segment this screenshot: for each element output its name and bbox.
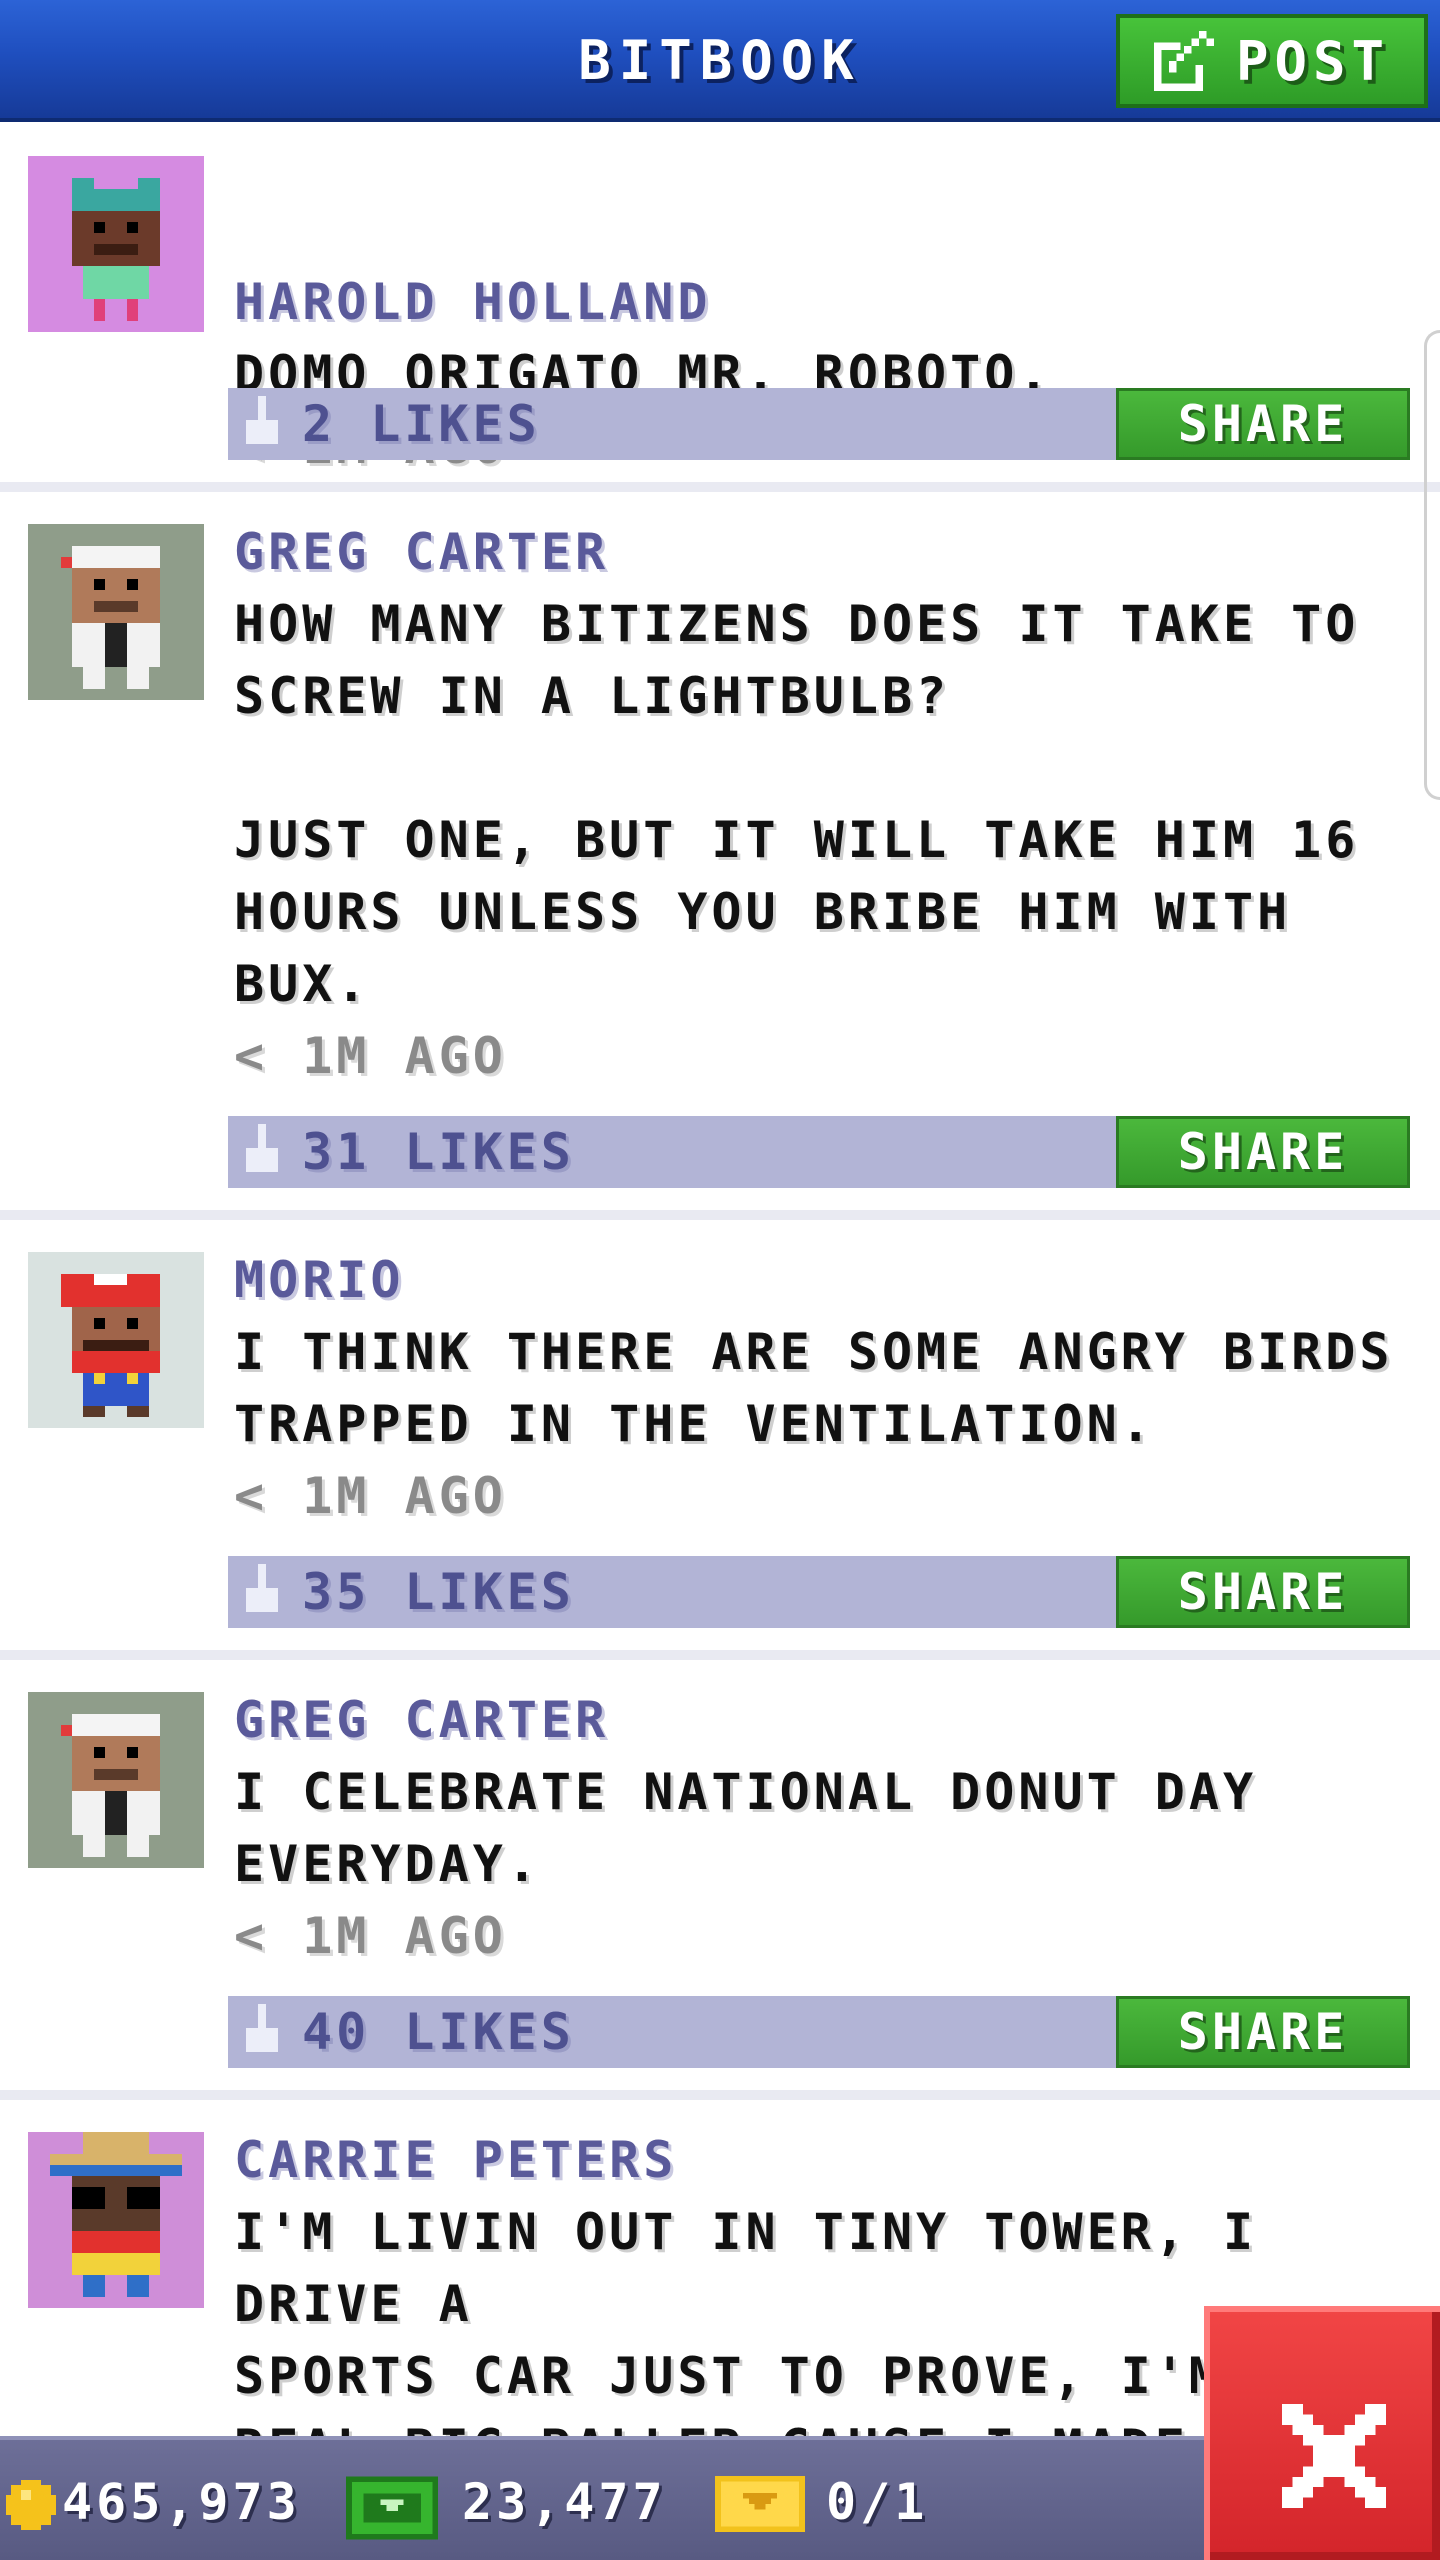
avatar[interactable] (28, 156, 204, 332)
close-button[interactable] (1204, 2306, 1440, 2560)
likes-bar: 2 LIKES SHARE (228, 388, 1410, 460)
post-button[interactable]: POST (1116, 14, 1428, 108)
likes-bar: 40 LIKES SHARE (228, 1996, 1410, 2068)
post-message: HOW MANY BITIZENS DOES IT TAKE TO SCREW … (234, 595, 1360, 1013)
like-icon[interactable] (242, 1124, 282, 1180)
tickets-amount: 0/1 (826, 2473, 929, 2531)
post-divider (0, 2090, 1440, 2100)
post-author[interactable]: HAROLD HOLLAND (234, 266, 711, 338)
top-bar: BITBOOK POST (0, 0, 1440, 122)
scrollbar[interactable] (1424, 330, 1440, 800)
coin-icon (6, 2480, 56, 2530)
post-divider (0, 1650, 1440, 1660)
coins-amount: 465,973 (62, 2473, 301, 2531)
likes-bar: 35 LIKES SHARE (228, 1556, 1410, 1628)
share-button[interactable]: SHARE (1116, 1996, 1410, 2068)
post-time: < 1M AGO (234, 1027, 507, 1085)
like-icon[interactable] (242, 1564, 282, 1620)
post-author[interactable]: CARRIE PETERS (234, 2124, 677, 2196)
share-button[interactable]: SHARE (1116, 1556, 1410, 1628)
likes-count: 31 LIKES (302, 1123, 575, 1181)
post-message: I CELEBRATE NATIONAL DONUT DAY EVERYDAY. (234, 1763, 1258, 1893)
post-message: I THINK THERE ARE SOME ANGRY BIRDS TRAPP… (234, 1323, 1394, 1453)
post-edit-icon (1153, 31, 1214, 91)
likes-bar: 31 LIKES SHARE (228, 1116, 1410, 1188)
post-author[interactable]: GREG CARTER (234, 1684, 609, 1756)
post-time: < 1M AGO (234, 1907, 507, 1965)
likes-count: 35 LIKES (302, 1563, 575, 1621)
post-time: < 1M AGO (234, 1467, 507, 1525)
avatar[interactable] (28, 524, 204, 700)
bux-icon (346, 2476, 438, 2540)
bux-amount: 23,477 (462, 2473, 667, 2531)
avatar[interactable] (28, 1692, 204, 1868)
post-divider (0, 482, 1440, 492)
close-icon (1282, 2404, 1386, 2508)
like-icon[interactable] (242, 2004, 282, 2060)
avatar[interactable] (28, 2132, 204, 2308)
like-icon[interactable] (242, 396, 282, 452)
likes-count: 40 LIKES (302, 2003, 575, 2061)
post-author[interactable]: GREG CARTER (234, 516, 609, 588)
post-author[interactable]: MORIO (234, 1244, 405, 1316)
avatar[interactable] (28, 1252, 204, 1428)
ticket-icon (715, 2476, 805, 2532)
likes-count: 2 LIKES (302, 395, 541, 453)
post-divider (0, 1210, 1440, 1220)
share-button[interactable]: SHARE (1116, 388, 1410, 460)
post-button-label: POST (1235, 29, 1391, 93)
share-button[interactable]: SHARE (1116, 1116, 1410, 1188)
